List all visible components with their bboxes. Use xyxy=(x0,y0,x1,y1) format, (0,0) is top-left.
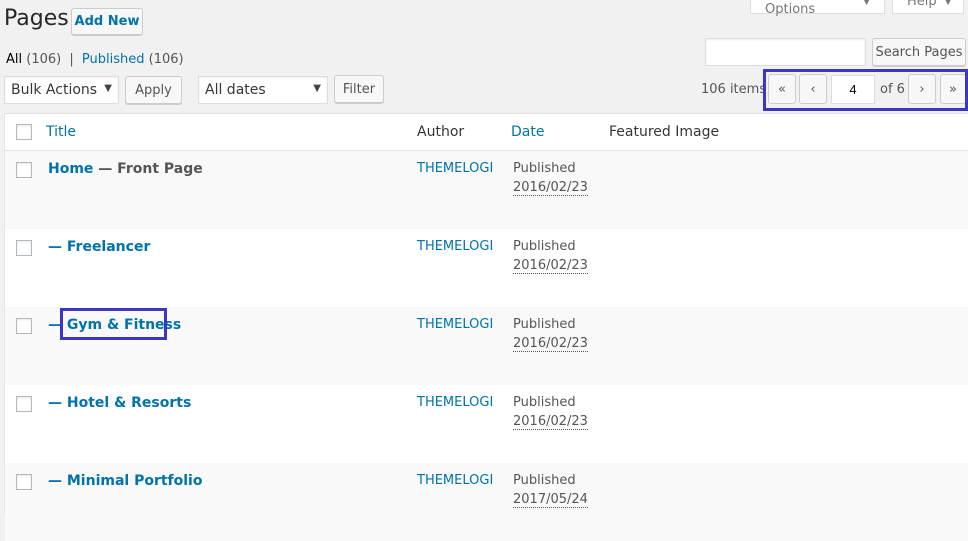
page-title: Pages xyxy=(4,6,69,31)
row-date: 2016/02/23 xyxy=(513,180,588,196)
table-header-row: Title Author Date Featured Image xyxy=(5,114,968,151)
dropdown-arrow-icon: ▼ xyxy=(104,83,112,94)
column-date-header[interactable]: Date xyxy=(511,124,544,140)
dates-select[interactable]: All dates ▼ xyxy=(198,76,328,104)
caret-down-icon: ▼ xyxy=(863,0,870,7)
select-all-checkbox[interactable] xyxy=(16,124,32,140)
row-author[interactable]: THEMELOGI xyxy=(417,317,493,332)
row-title-link[interactable]: — Freelancer xyxy=(48,239,150,255)
row-title: — Hotel & Resorts xyxy=(48,395,192,411)
title-highlight-box xyxy=(60,308,167,340)
screen-options-label: Screen Options xyxy=(765,0,816,17)
screen-options-button[interactable]: Screen Options ▼ xyxy=(750,0,885,17)
add-new-button[interactable]: Add New xyxy=(71,8,143,35)
table-row: — Hotel & Resorts THEMELOGI Published 20… xyxy=(5,385,968,463)
row-title: — Minimal Portfolio xyxy=(48,473,203,489)
pages-table: Title Author Date Featured Image Home — … xyxy=(4,113,968,541)
search-input[interactable] xyxy=(705,38,866,66)
table-row: — Freelancer THEMELOGI Published 2016/02… xyxy=(5,229,968,307)
table-row: — Gym & Fitness THEMELOGI Published 2016… xyxy=(5,307,968,385)
row-status: Published xyxy=(513,239,576,254)
search-pages-button[interactable]: Search Pages xyxy=(872,38,966,66)
table-row: — Minimal Portfolio THEMELOGI Published … xyxy=(5,463,968,541)
row-title-link[interactable]: — Minimal Portfolio xyxy=(48,473,202,489)
bulk-actions-value: Bulk Actions xyxy=(11,82,98,98)
view-published-link[interactable]: Published xyxy=(82,52,145,67)
row-date: 2016/02/23 xyxy=(513,258,588,274)
row-checkbox[interactable] xyxy=(16,318,32,334)
row-title: — Freelancer xyxy=(48,239,151,255)
view-filters: All (106) | Published (106) xyxy=(6,52,184,67)
row-title: Home xyxy=(48,161,94,177)
table-row: Home — Front Page THEMELOGI Published 20… xyxy=(5,151,968,229)
caret-down-icon: ▼ xyxy=(944,0,952,7)
row-status: Published xyxy=(513,473,576,488)
row-checkbox[interactable] xyxy=(16,474,32,490)
row-title-link[interactable]: Home — Front Page xyxy=(48,161,203,177)
row-date: 2017/05/24 xyxy=(513,492,588,508)
items-count: 106 items xyxy=(701,82,767,97)
row-title-link[interactable]: — Hotel & Resorts xyxy=(48,395,191,411)
dropdown-arrow-icon: ▼ xyxy=(313,83,321,94)
row-title-suffix: — Front Page xyxy=(93,161,203,177)
column-featured-image-header: Featured Image xyxy=(609,124,720,140)
row-author[interactable]: THEMELOGI xyxy=(417,239,493,254)
dates-value: All dates xyxy=(205,82,266,98)
help-label: Help xyxy=(907,0,937,9)
row-date: 2016/02/23 xyxy=(513,414,588,430)
row-status: Published xyxy=(513,395,576,410)
bulk-actions-select[interactable]: Bulk Actions ▼ xyxy=(4,76,119,104)
row-date: 2016/02/23 xyxy=(513,336,588,352)
apply-button[interactable]: Apply xyxy=(125,76,182,104)
column-title-header[interactable]: Title xyxy=(46,124,76,140)
view-all-link[interactable]: All xyxy=(6,52,22,67)
row-checkbox[interactable] xyxy=(16,162,32,178)
filter-button[interactable]: Filter xyxy=(334,75,384,103)
row-status: Published xyxy=(513,161,576,176)
row-status: Published xyxy=(513,317,576,332)
pagination-highlight-box xyxy=(763,69,968,111)
view-all-count: (106) xyxy=(26,52,62,67)
column-author-header: Author xyxy=(417,124,465,140)
row-author[interactable]: THEMELOGI xyxy=(417,161,493,176)
row-author[interactable]: THEMELOGI xyxy=(417,395,493,410)
row-checkbox[interactable] xyxy=(16,396,32,412)
view-published-count: (106) xyxy=(148,52,184,67)
help-button[interactable]: Help ▼ xyxy=(892,0,964,14)
row-author[interactable]: THEMELOGI xyxy=(417,473,493,488)
row-checkbox[interactable] xyxy=(16,240,32,256)
view-separator: | xyxy=(69,52,74,67)
